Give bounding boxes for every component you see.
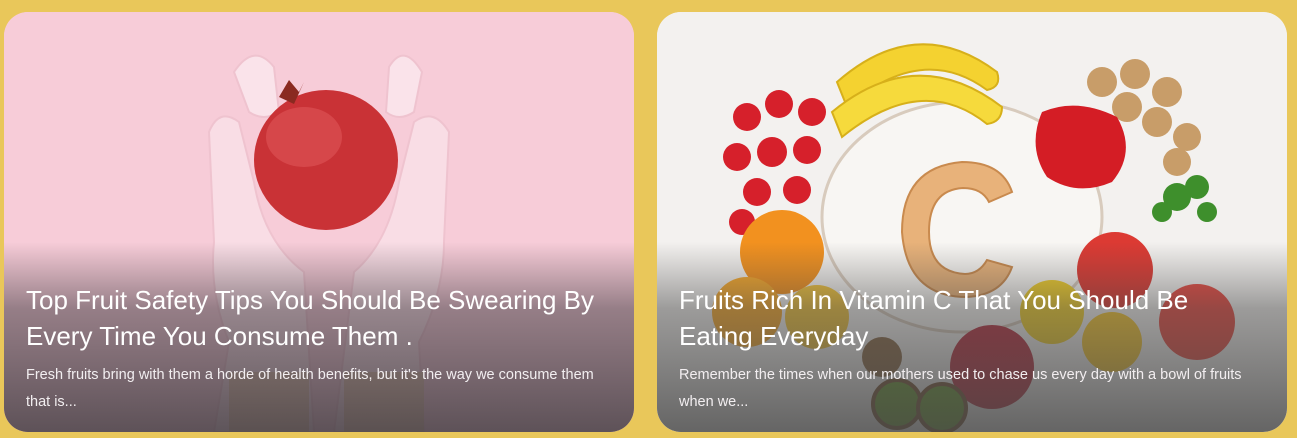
article-card-fruit-safety[interactable]: Top Fruit Safety Tips You Should Be Swea… <box>4 12 634 432</box>
article-title[interactable]: Fruits Rich In Vitamin C That You Should… <box>679 282 1259 354</box>
article-title[interactable]: Top Fruit Safety Tips You Should Be Swea… <box>26 282 606 354</box>
card-text-block: Top Fruit Safety Tips You Should Be Swea… <box>26 282 606 416</box>
card-text-block: Fruits Rich In Vitamin C That You Should… <box>679 282 1259 416</box>
article-excerpt: Fresh fruits bring with them a horde of … <box>26 367 594 410</box>
article-excerpt: Remember the times when our mothers used… <box>679 367 1242 410</box>
article-card-vitamin-c[interactable]: Fruits Rich In Vitamin C That You Should… <box>657 12 1287 432</box>
